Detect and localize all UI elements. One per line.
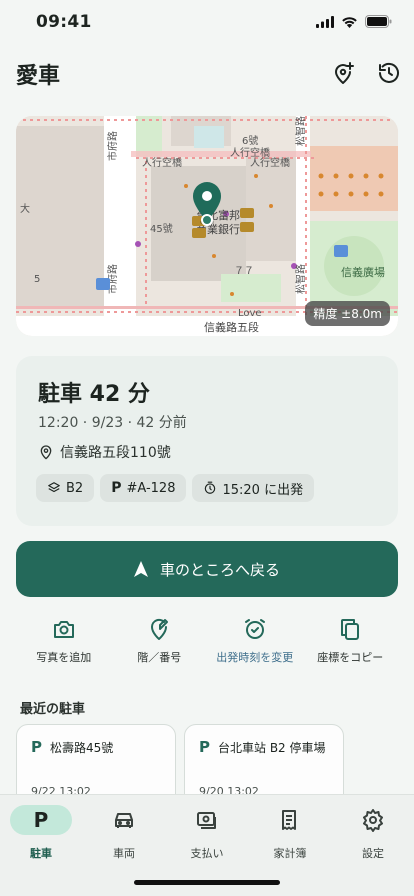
layers-icon [48,482,60,493]
parking-icon: P [33,808,49,832]
recent-parking-title: 最近の駐車 [20,702,86,717]
tab-payment-label: 支払い [190,847,224,860]
map-label: 6號 [242,134,258,147]
navigation-arrow-icon [133,561,148,577]
accuracy-badge: 精度 ±8.0m [305,301,390,326]
parking-icon: P [199,738,210,756]
tab-budget-label: 家計簿 [273,847,307,860]
tab-vehicle[interactable]: 車両 [89,805,159,861]
status-time: 09:41 [36,12,92,32]
home-indicator [134,880,280,885]
tab-budget-icon-wrap [278,805,302,835]
recent-parking-name: 松壽路45號 [50,740,114,755]
tab-budget[interactable]: 家計簿 [255,805,325,861]
return-to-car-label: 車のところへ戻る [159,560,280,579]
change-departure-button[interactable]: 出発時刻を変更 [207,617,303,667]
map-label: 人行空橋 [142,156,182,169]
map-label: 松智路 [294,264,307,294]
parking-time: 12:20 · 9/23 · 42 分前 [38,415,187,431]
recent-parking-name: 台北車站 B2 停車場 [218,740,326,755]
map-label: 信義廣場 [341,265,385,279]
parking-status-card: 駐車 42 分 12:20 · 9/23 · 42 分前 信義路五段110號 B… [16,356,398,526]
floor-chip[interactable]: B2 [36,474,95,502]
payment-icon [197,812,216,829]
return-to-car-button[interactable]: 車のところへ戻る [16,541,398,597]
recent-parking-header: P 台北車站 B2 停車場 [199,738,326,756]
location-pin-icon [40,445,52,460]
address-text: 信義路五段110號 [60,445,171,461]
car-icon [115,813,133,828]
add-pin-button[interactable] [328,58,358,88]
add-photo-button[interactable]: 写真を追加 [16,617,112,667]
parking-duration: 駐車 42 分 [38,382,150,407]
change-departure-label: 出発時刻を変更 [216,651,294,664]
map-label: Love [238,308,262,319]
tab-settings-icon-wrap [361,805,385,835]
map-label: 人行空橋 [230,146,270,159]
parking-chips: B2 P #A-128 15:20 に出発 [36,474,315,502]
departure-chip[interactable]: 15:20 に出発 [192,474,315,502]
gear-icon [363,809,383,832]
tab-vehicle-icon-wrap [112,805,136,835]
tab-vehicle-label: 車両 [113,847,135,860]
departure-label: 15:20 に出発 [222,482,304,498]
recent-parking-header: P 松壽路45號 [31,738,113,756]
camera-icon [53,621,74,638]
parking-address: 信義路五段110號 [38,442,171,462]
timer-icon [205,481,216,494]
tab-settings[interactable]: 設定 [338,805,408,861]
copy-coordinates-button[interactable]: 座標をコピー [303,617,399,667]
parking-icon: P [31,738,42,756]
status-bar: 09:41 [0,0,414,44]
parking-icon: P [111,480,122,496]
receipt-icon [282,810,296,830]
map-label: 松智路 [294,116,307,146]
floor-number-label: 階／番号 [137,651,182,664]
history-icon [379,62,399,83]
tab-parking[interactable]: P 駐車 [6,805,76,861]
map-label: 45號 [150,222,173,235]
alarm-clock-icon [244,619,265,639]
tab-payment-icon-wrap [195,805,219,835]
history-button[interactable] [374,58,404,88]
tab-parking-icon-wrap: P [10,805,72,835]
battery-icon [365,15,392,28]
map-label: ７７ [234,266,254,277]
floor-label: B2 [66,480,84,496]
floor-number-button[interactable]: 階／番号 [112,617,208,667]
tab-settings-label: 設定 [362,847,384,860]
page-title: 愛車 [16,64,61,89]
tab-payment[interactable]: 支払い [172,805,242,861]
map-label: 5 [34,274,40,285]
tab-parking-label: 駐車 [30,847,52,860]
spot-label: #A-128 [126,480,176,496]
parking-map[interactable]: 人行空橋 人行空橋 人行空橋 6號 45號 台北富邦 商業銀行 ７７ Love … [16,116,398,336]
map-label: 大 [20,202,30,215]
add-photo-label: 写真を追加 [36,651,92,664]
map-label: 信義路五段 [204,320,259,334]
quick-actions: 写真を追加 階／番号 出発時刻を変更 座標をコピー [16,617,398,667]
signal-icon [316,15,334,28]
tag-pin-icon [151,618,169,640]
spot-chip[interactable]: P #A-128 [100,474,187,502]
map-label: 市府路 [106,131,119,161]
wifi-icon [342,16,357,28]
copy-coordinates-label: 座標をコピー [317,651,384,664]
copy-icon [341,619,360,640]
map-pin-plus-icon [335,62,354,84]
status-icons [316,15,392,28]
